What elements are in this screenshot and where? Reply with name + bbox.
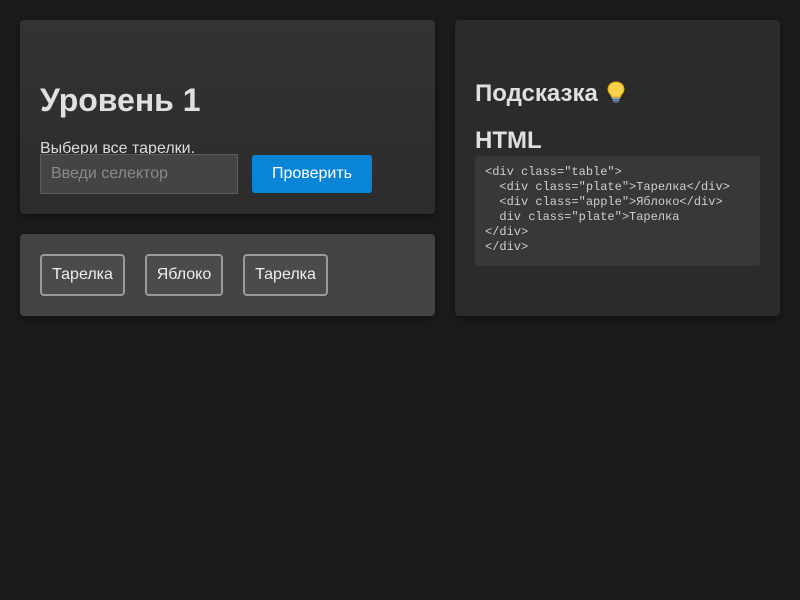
code-line: </div> [485, 240, 529, 254]
hint-title-text: Подсказка [475, 80, 598, 107]
check-button[interactable]: Проверить [252, 155, 372, 193]
plate-item[interactable]: Тарелка [40, 254, 125, 296]
plate-item[interactable]: Тарелка [243, 254, 328, 296]
code-line: <div class="plate">Тарелка</div> [485, 180, 730, 194]
apple-item[interactable]: Яблоко [145, 254, 223, 296]
html-heading: HTML [475, 127, 542, 154]
hint-panel: Подсказка HTML <div class="table"> <div … [455, 20, 780, 316]
code-line: </div> [485, 225, 529, 239]
table-panel: Тарелка Яблоко Тарелка [20, 234, 435, 316]
level-panel: Уровень 1 Выбери все тарелки. Проверить [20, 20, 435, 214]
lightbulb-icon [606, 81, 626, 110]
html-code-block: <div class="table"> <div class="plate">Т… [475, 156, 760, 266]
code-line: <div class="table"> [485, 165, 622, 179]
selector-input[interactable] [40, 154, 238, 194]
hint-title: Подсказка [475, 80, 626, 110]
level-title: Уровень 1 [40, 82, 201, 118]
code-line: div class="plate">Тарелка [485, 210, 680, 224]
code-line: <div class="apple">Яблоко</div> [485, 195, 723, 209]
